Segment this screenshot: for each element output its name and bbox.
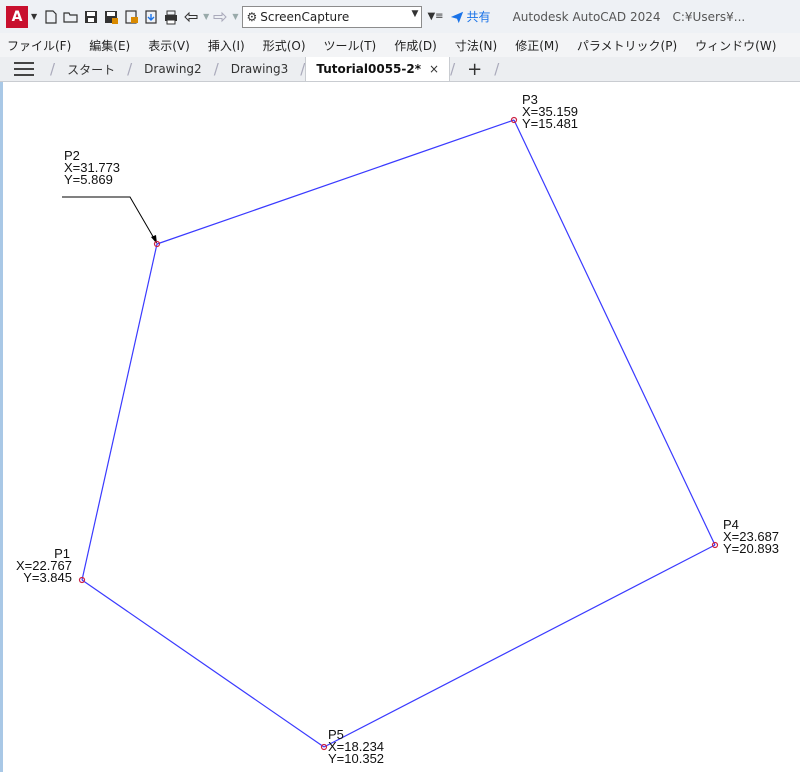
file-path: C:¥Users¥... — [672, 9, 746, 24]
app-menu-chevron-icon[interactable]: ▼ — [31, 12, 37, 21]
p2-y-value: Y=5.869 — [64, 172, 113, 187]
menu-parametric[interactable]: パラメトリック(P) — [568, 37, 686, 54]
polyline-edge-p3-p4[interactable] — [513, 119, 716, 546]
polyline-edge-p2-p3[interactable] — [156, 119, 515, 245]
share-button[interactable]: 共有 — [450, 8, 491, 25]
menu-draw[interactable]: 作成(D) — [385, 37, 446, 54]
title-bar: A ▼ ▼ ▼ ⚙ ScreenCapture ▼ ▼≡ 共有 Autodesk… — [0, 0, 800, 33]
plot-icon[interactable] — [163, 9, 179, 25]
tab-tutorial-label: Tutorial0055-2* — [316, 62, 421, 76]
redo-dropdown-chevron-icon[interactable]: ▼ — [232, 12, 238, 21]
open-from-web-icon[interactable] — [123, 9, 139, 25]
menu-tools[interactable]: ツール(T) — [315, 37, 386, 54]
gear-icon: ⚙ — [246, 9, 258, 24]
p3-y-value: Y=15.481 — [522, 116, 579, 131]
menu-modify[interactable]: 修正(M) — [506, 37, 568, 54]
share-paper-plane-icon — [450, 11, 463, 23]
file-tabs-menu-icon[interactable] — [14, 62, 34, 76]
polyline-edge-p5-p1[interactable] — [81, 579, 325, 748]
app-title: Autodesk AutoCAD 2024 — [512, 9, 661, 24]
new-file-icon[interactable] — [43, 9, 59, 25]
workspace-select[interactable]: ⚙ ScreenCapture ▼ — [242, 5, 423, 28]
polyline-edge-p1-p2[interactable] — [81, 243, 158, 581]
file-tab-bar: / スタート / Drawing2 / Drawing3 / Tutorial0… — [0, 57, 800, 82]
tab-drawing2[interactable]: Drawing2 — [140, 62, 206, 76]
p5-y-value: Y=10.352 — [328, 751, 385, 766]
tab-separator: / — [213, 60, 219, 78]
undo-dropdown-chevron-icon[interactable]: ▼ — [203, 12, 209, 21]
p2-leader-line[interactable] — [62, 196, 156, 241]
point-label-p2[interactable]: P2 X=31.773 Y=5.869 — [64, 149, 120, 187]
tab-tutorial-active[interactable]: Tutorial0055-2* × — [305, 57, 451, 81]
drawing-canvas[interactable]: P1 X=22.767 Y=3.845 P2 X=31.773 Y=5.869 … — [0, 82, 800, 772]
menu-view[interactable]: 表示(V) — [139, 37, 199, 54]
tab-separator: / — [50, 60, 56, 78]
tab-drawing3[interactable]: Drawing3 — [227, 62, 293, 76]
save-as-icon[interactable] — [103, 9, 119, 25]
open-folder-icon[interactable] — [63, 9, 79, 25]
menu-dimension[interactable]: 寸法(N) — [446, 37, 506, 54]
menu-window[interactable]: ウィンドウ(W) — [686, 37, 785, 54]
save-to-web-icon[interactable] — [143, 9, 159, 25]
workspace-value: ScreenCapture — [260, 9, 350, 24]
menu-format[interactable]: 形式(O) — [254, 37, 315, 54]
p2-leader-arrowhead — [151, 235, 157, 244]
autocad-logo-icon[interactable]: A — [6, 5, 28, 28]
chevron-down-icon: ▼ — [411, 8, 419, 19]
menu-file[interactable]: ファイル(F) — [0, 37, 80, 54]
menu-edit[interactable]: 編集(E) — [80, 37, 139, 54]
close-icon[interactable]: × — [429, 62, 439, 76]
p4-y-value: Y=20.893 — [723, 541, 780, 556]
new-tab-button[interactable]: + — [467, 59, 482, 80]
p1-y-value: Y=3.845 — [23, 570, 72, 585]
point-label-p5[interactable]: P5 X=18.234 Y=10.352 — [328, 728, 385, 766]
undo-icon[interactable] — [183, 9, 199, 25]
redo-icon[interactable] — [212, 9, 228, 25]
tab-separator: / — [127, 60, 133, 78]
share-label: 共有 — [466, 10, 491, 24]
tab-separator: / — [450, 60, 456, 78]
point-label-p3[interactable]: P3 X=35.159 Y=15.481 — [522, 93, 579, 131]
point-label-p4[interactable]: P4 X=23.687 Y=20.893 — [723, 518, 780, 556]
point-label-p1[interactable]: P1 X=22.767 Y=3.845 — [10, 547, 72, 585]
menu-insert[interactable]: 挿入(I) — [199, 37, 254, 54]
polyline-edge-p4-p5[interactable] — [323, 544, 716, 748]
customize-quick-access-icon[interactable]: ▼≡ — [427, 11, 443, 22]
tab-separator: / — [494, 60, 500, 78]
tab-start[interactable]: スタート — [63, 61, 119, 78]
save-icon[interactable] — [83, 9, 99, 25]
menu-bar: ファイル(F) 編集(E) 表示(V) 挿入(I) 形式(O) ツール(T) 作… — [0, 33, 800, 57]
